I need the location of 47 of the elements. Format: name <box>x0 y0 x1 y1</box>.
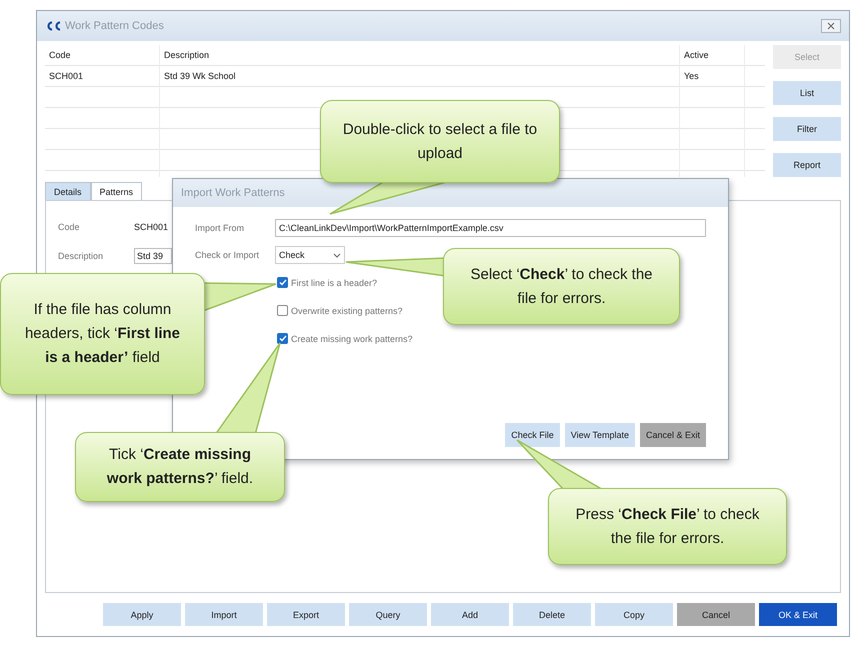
action-button[interactable]: Cancel <box>677 603 755 626</box>
checkbox-label: Create missing work patterns? <box>291 334 413 344</box>
checkbox[interactable] <box>277 305 288 316</box>
app-logo-icon <box>45 21 61 31</box>
checkbox[interactable] <box>277 333 288 344</box>
column-header[interactable]: Code <box>45 45 160 66</box>
callout: Double-click to select a file to upload <box>320 100 560 183</box>
file-path-field[interactable]: C:\CleanLinkDev\Import\WorkPatternImportExample.csv <box>275 219 706 237</box>
checkbox[interactable] <box>277 277 288 288</box>
action-button[interactable]: Add <box>431 603 509 626</box>
side-button[interactable]: Filter <box>773 117 841 141</box>
window-title: Work Pattern Codes <box>65 20 164 32</box>
checkbox-label: First line is a header? <box>291 278 378 288</box>
dialog-button[interactable]: Cancel & Exit <box>640 423 706 447</box>
checkbox-label: Overwrite existing patterns? <box>291 306 403 316</box>
action-button[interactable]: Apply <box>103 603 181 626</box>
action-button[interactable]: Copy <box>595 603 673 626</box>
tab[interactable]: Patterns <box>90 182 142 200</box>
action-button[interactable]: Import <box>185 603 263 626</box>
chevron-icon <box>333 252 341 258</box>
close-icon[interactable] <box>821 19 841 33</box>
field-value: SCH001 <box>134 222 168 232</box>
table-cell-text: Yes <box>683 70 700 83</box>
action-button[interactable]: Delete <box>513 603 591 626</box>
callout: Select ‘Check’ to check the file for errors. <box>443 248 680 325</box>
field-label: Import From <box>195 223 246 233</box>
side-button[interactable]: List <box>773 81 841 105</box>
action-button[interactable]: Query <box>349 603 427 626</box>
tab[interactable]: Details <box>45 182 91 200</box>
dialog-title: Import Work Patterns <box>181 187 285 199</box>
column-header[interactable]: Description <box>160 45 680 66</box>
callout: Tick ‘Create missing work patterns?’ field. <box>75 432 285 502</box>
callout: If the file has column headers, tick ‘First line is a header’ field <box>0 273 205 395</box>
action-button[interactable]: Export <box>267 603 345 626</box>
mode-dropdown[interactable]: Check <box>275 246 345 264</box>
callout: Press ‘Check File’ to check the file for errors. <box>548 488 787 565</box>
field-label: Code <box>58 222 81 232</box>
field-label: Check or Import <box>195 250 260 260</box>
column-header[interactable]: Active <box>680 45 745 66</box>
table-cell-text: SCH001 <box>48 70 84 83</box>
dialog-button[interactable]: View Template <box>564 423 635 447</box>
action-button[interactable]: OK & Exit <box>759 603 837 626</box>
side-button[interactable]: Report <box>773 153 841 177</box>
input-field[interactable]: Std 39 <box>134 248 172 264</box>
dialog-button[interactable]: Check File <box>505 423 560 447</box>
field-label: Description <box>58 251 104 261</box>
table-cell-text: Std 39 Wk School <box>163 70 237 83</box>
